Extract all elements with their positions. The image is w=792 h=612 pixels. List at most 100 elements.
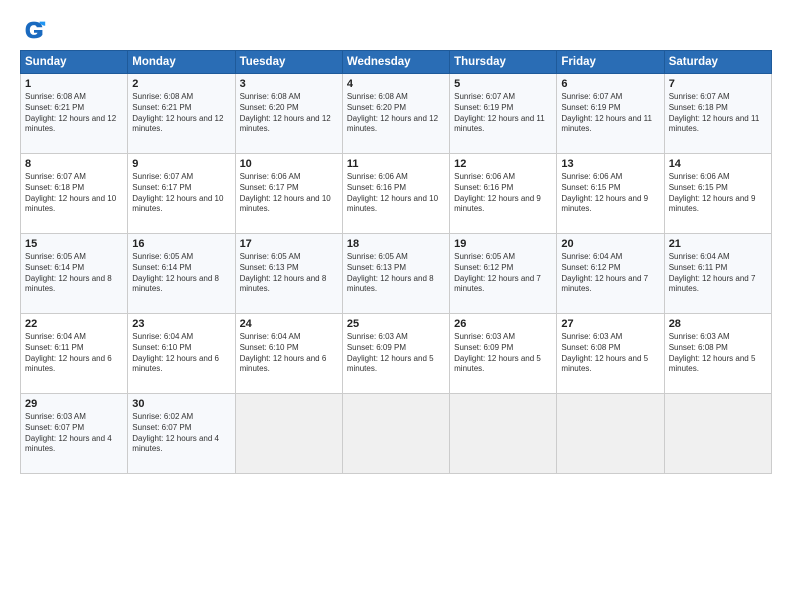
calendar-cell: 25 Sunrise: 6:03 AM Sunset: 6:09 PM Dayl…	[342, 314, 449, 394]
cell-details: Sunrise: 6:07 AM Sunset: 6:19 PM Dayligh…	[454, 92, 552, 135]
day-number: 27	[561, 318, 659, 330]
calendar-cell: 11 Sunrise: 6:06 AM Sunset: 6:16 PM Dayl…	[342, 154, 449, 234]
calendar-cell: 24 Sunrise: 6:04 AM Sunset: 6:10 PM Dayl…	[235, 314, 342, 394]
cell-details: Sunrise: 6:03 AM Sunset: 6:08 PM Dayligh…	[669, 332, 767, 375]
calendar-cell: 5 Sunrise: 6:07 AM Sunset: 6:19 PM Dayli…	[450, 74, 557, 154]
cell-details: Sunrise: 6:03 AM Sunset: 6:08 PM Dayligh…	[561, 332, 659, 375]
cell-details: Sunrise: 6:07 AM Sunset: 6:18 PM Dayligh…	[669, 92, 767, 135]
day-number: 25	[347, 318, 445, 330]
day-header-tuesday: Tuesday	[235, 51, 342, 74]
day-number: 26	[454, 318, 552, 330]
calendar-cell: 28 Sunrise: 6:03 AM Sunset: 6:08 PM Dayl…	[664, 314, 771, 394]
day-number: 16	[132, 238, 230, 250]
calendar-week-5: 29 Sunrise: 6:03 AM Sunset: 6:07 PM Dayl…	[21, 394, 772, 474]
day-number: 19	[454, 238, 552, 250]
calendar-cell: 9 Sunrise: 6:07 AM Sunset: 6:17 PM Dayli…	[128, 154, 235, 234]
logo-icon	[20, 16, 48, 44]
calendar-cell: 26 Sunrise: 6:03 AM Sunset: 6:09 PM Dayl…	[450, 314, 557, 394]
cell-details: Sunrise: 6:05 AM Sunset: 6:14 PM Dayligh…	[25, 252, 123, 295]
day-header-thursday: Thursday	[450, 51, 557, 74]
calendar-cell	[342, 394, 449, 474]
calendar-cell: 18 Sunrise: 6:05 AM Sunset: 6:13 PM Dayl…	[342, 234, 449, 314]
calendar-cell: 27 Sunrise: 6:03 AM Sunset: 6:08 PM Dayl…	[557, 314, 664, 394]
cell-details: Sunrise: 6:07 AM Sunset: 6:17 PM Dayligh…	[132, 172, 230, 215]
cell-details: Sunrise: 6:08 AM Sunset: 6:20 PM Dayligh…	[240, 92, 338, 135]
day-number: 24	[240, 318, 338, 330]
cell-details: Sunrise: 6:05 AM Sunset: 6:13 PM Dayligh…	[240, 252, 338, 295]
day-number: 10	[240, 158, 338, 170]
cell-details: Sunrise: 6:04 AM Sunset: 6:11 PM Dayligh…	[669, 252, 767, 295]
calendar-cell: 8 Sunrise: 6:07 AM Sunset: 6:18 PM Dayli…	[21, 154, 128, 234]
calendar-week-4: 22 Sunrise: 6:04 AM Sunset: 6:11 PM Dayl…	[21, 314, 772, 394]
cell-details: Sunrise: 6:03 AM Sunset: 6:09 PM Dayligh…	[347, 332, 445, 375]
logo	[20, 16, 52, 44]
cell-details: Sunrise: 6:06 AM Sunset: 6:15 PM Dayligh…	[561, 172, 659, 215]
day-header-saturday: Saturday	[664, 51, 771, 74]
calendar-cell: 21 Sunrise: 6:04 AM Sunset: 6:11 PM Dayl…	[664, 234, 771, 314]
day-number: 17	[240, 238, 338, 250]
day-number: 15	[25, 238, 123, 250]
day-number: 29	[25, 398, 123, 410]
day-number: 13	[561, 158, 659, 170]
calendar-header: SundayMondayTuesdayWednesdayThursdayFrid…	[21, 51, 772, 74]
day-number: 30	[132, 398, 230, 410]
cell-details: Sunrise: 6:07 AM Sunset: 6:19 PM Dayligh…	[561, 92, 659, 135]
calendar-cell: 4 Sunrise: 6:08 AM Sunset: 6:20 PM Dayli…	[342, 74, 449, 154]
cell-details: Sunrise: 6:03 AM Sunset: 6:09 PM Dayligh…	[454, 332, 552, 375]
day-number: 18	[347, 238, 445, 250]
calendar-cell: 14 Sunrise: 6:06 AM Sunset: 6:15 PM Dayl…	[664, 154, 771, 234]
day-number: 20	[561, 238, 659, 250]
cell-details: Sunrise: 6:07 AM Sunset: 6:18 PM Dayligh…	[25, 172, 123, 215]
day-number: 21	[669, 238, 767, 250]
calendar-cell: 3 Sunrise: 6:08 AM Sunset: 6:20 PM Dayli…	[235, 74, 342, 154]
cell-details: Sunrise: 6:05 AM Sunset: 6:14 PM Dayligh…	[132, 252, 230, 295]
header-row	[20, 16, 772, 44]
day-header-sunday: Sunday	[21, 51, 128, 74]
cell-details: Sunrise: 6:04 AM Sunset: 6:12 PM Dayligh…	[561, 252, 659, 295]
calendar-cell: 12 Sunrise: 6:06 AM Sunset: 6:16 PM Dayl…	[450, 154, 557, 234]
calendar-cell: 29 Sunrise: 6:03 AM Sunset: 6:07 PM Dayl…	[21, 394, 128, 474]
day-header-wednesday: Wednesday	[342, 51, 449, 74]
cell-details: Sunrise: 6:06 AM Sunset: 6:17 PM Dayligh…	[240, 172, 338, 215]
cell-details: Sunrise: 6:03 AM Sunset: 6:07 PM Dayligh…	[25, 412, 123, 455]
day-number: 7	[669, 78, 767, 90]
cell-details: Sunrise: 6:08 AM Sunset: 6:21 PM Dayligh…	[132, 92, 230, 135]
cell-details: Sunrise: 6:04 AM Sunset: 6:10 PM Dayligh…	[240, 332, 338, 375]
cell-details: Sunrise: 6:04 AM Sunset: 6:11 PM Dayligh…	[25, 332, 123, 375]
cell-details: Sunrise: 6:05 AM Sunset: 6:13 PM Dayligh…	[347, 252, 445, 295]
calendar-cell	[450, 394, 557, 474]
cell-details: Sunrise: 6:06 AM Sunset: 6:16 PM Dayligh…	[454, 172, 552, 215]
day-number: 8	[25, 158, 123, 170]
calendar-cell: 15 Sunrise: 6:05 AM Sunset: 6:14 PM Dayl…	[21, 234, 128, 314]
day-number: 1	[25, 78, 123, 90]
calendar-cell	[557, 394, 664, 474]
day-number: 6	[561, 78, 659, 90]
cell-details: Sunrise: 6:05 AM Sunset: 6:12 PM Dayligh…	[454, 252, 552, 295]
day-number: 3	[240, 78, 338, 90]
day-number: 4	[347, 78, 445, 90]
day-header-monday: Monday	[128, 51, 235, 74]
day-number: 23	[132, 318, 230, 330]
day-number: 11	[347, 158, 445, 170]
day-number: 5	[454, 78, 552, 90]
day-header-friday: Friday	[557, 51, 664, 74]
day-number: 2	[132, 78, 230, 90]
calendar-cell	[664, 394, 771, 474]
calendar-week-1: 1 Sunrise: 6:08 AM Sunset: 6:21 PM Dayli…	[21, 74, 772, 154]
cell-details: Sunrise: 6:06 AM Sunset: 6:15 PM Dayligh…	[669, 172, 767, 215]
day-number: 22	[25, 318, 123, 330]
calendar-table: SundayMondayTuesdayWednesdayThursdayFrid…	[20, 50, 772, 474]
calendar-cell: 1 Sunrise: 6:08 AM Sunset: 6:21 PM Dayli…	[21, 74, 128, 154]
calendar-cell: 19 Sunrise: 6:05 AM Sunset: 6:12 PM Dayl…	[450, 234, 557, 314]
cell-details: Sunrise: 6:08 AM Sunset: 6:20 PM Dayligh…	[347, 92, 445, 135]
day-number: 28	[669, 318, 767, 330]
calendar-cell: 10 Sunrise: 6:06 AM Sunset: 6:17 PM Dayl…	[235, 154, 342, 234]
calendar-cell: 30 Sunrise: 6:02 AM Sunset: 6:07 PM Dayl…	[128, 394, 235, 474]
calendar-cell: 22 Sunrise: 6:04 AM Sunset: 6:11 PM Dayl…	[21, 314, 128, 394]
calendar-cell: 17 Sunrise: 6:05 AM Sunset: 6:13 PM Dayl…	[235, 234, 342, 314]
day-number: 9	[132, 158, 230, 170]
calendar-cell: 23 Sunrise: 6:04 AM Sunset: 6:10 PM Dayl…	[128, 314, 235, 394]
calendar-week-2: 8 Sunrise: 6:07 AM Sunset: 6:18 PM Dayli…	[21, 154, 772, 234]
calendar-cell: 20 Sunrise: 6:04 AM Sunset: 6:12 PM Dayl…	[557, 234, 664, 314]
day-number: 14	[669, 158, 767, 170]
